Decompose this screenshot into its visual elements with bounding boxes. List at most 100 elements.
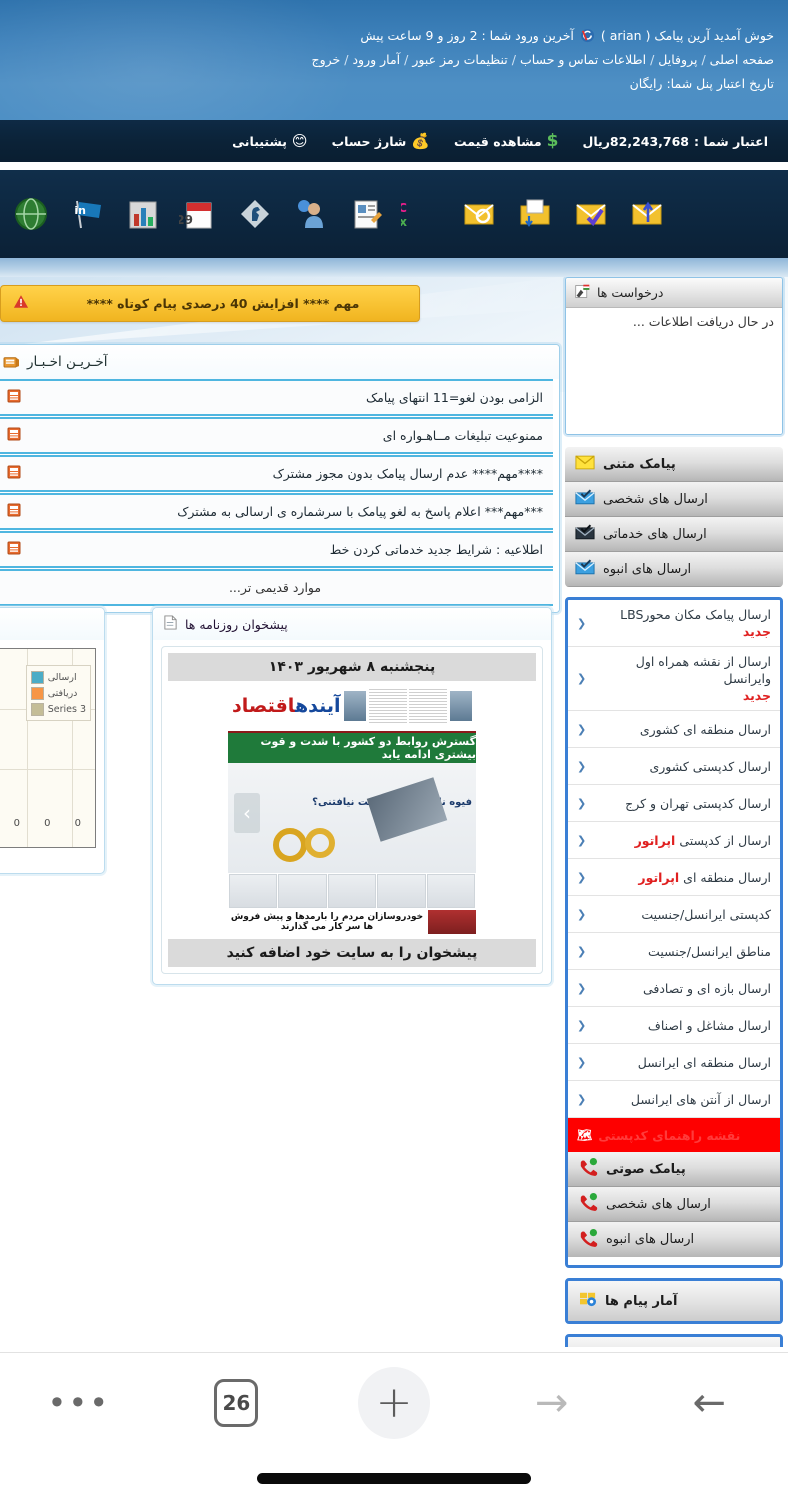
paper-column: [368, 689, 407, 723]
browser-new-tab-button[interactable]: +: [315, 1367, 473, 1439]
bulk-item-regional-operator[interactable]: ❮ ارسال منطقه ای اپراتور: [568, 859, 780, 896]
nav-login-stats[interactable]: آمار ورود: [352, 52, 400, 67]
calendar-icon[interactable]: 29: [176, 191, 222, 237]
bulk-item-postalcode-country[interactable]: ❮ ارسال کدپستی کشوری: [568, 748, 780, 785]
bulk-send-row[interactable]: ارسال های انبوه: [565, 552, 783, 587]
text-sms-label: پیامک متنی: [603, 456, 676, 472]
nav-profile[interactable]: پروفایل: [658, 52, 697, 67]
chevron-left-icon: ❮: [577, 616, 587, 630]
nav-logout[interactable]: خروج: [312, 52, 341, 67]
news-item-text: ****مهم**** عدم ارسال پیامک بدون مجوز مش…: [272, 466, 543, 481]
envelope-exchange-icon[interactable]: [512, 191, 558, 237]
news-item[interactable]: ***مهم*** اعلام پاسخ به لغو پیامک با سرش…: [0, 493, 553, 530]
bulk-item-label: ارسال منطقه ای کشوری: [639, 721, 771, 737]
back-arrow-icon: ←: [692, 1380, 726, 1426]
nav-contact-account[interactable]: اطلاعات تماس و حساب: [520, 52, 646, 67]
personal-send-row[interactable]: ارسال های شخصی: [565, 482, 783, 517]
chart-inner: ارسالی دریافتی Series 3 0 0 0: [0, 640, 104, 873]
document-edit-icon[interactable]: [344, 191, 390, 237]
support-button[interactable]: 😊 پشتیبانی: [220, 131, 319, 150]
bulk-item-label: ارسال از آنتن های ایرانسل: [630, 1091, 771, 1107]
charge-account-button[interactable]: 💰 شارژ حساب: [320, 131, 442, 150]
browser-tab-switcher[interactable]: 26: [158, 1379, 316, 1427]
browser-forward-button[interactable]: →: [473, 1383, 631, 1423]
news-item[interactable]: اطلاعیه : شرایط جدید خدماتی کردن خط: [0, 531, 553, 568]
bulk-item-map-mci-irancell[interactable]: ❮ ارسال از نقشه همراه اول وایرانسل جدید: [568, 647, 780, 711]
operator-badge: اپراتور: [634, 832, 676, 848]
bulk-item-irancell-antennas[interactable]: ❮ ارسال از آنتن های ایرانسل: [568, 1081, 780, 1118]
message-stats-icon: [578, 1291, 598, 1311]
service-send-row[interactable]: ارسال های خدماتی: [565, 517, 783, 552]
chevron-left-icon: ❮: [577, 907, 587, 921]
dark-envelope-check-icon: [574, 524, 596, 544]
bulk-item-lbs-label: ارسال پیامک مکان محورLBS جدید: [620, 607, 771, 639]
money-bag-icon: 💰: [411, 131, 430, 150]
news-item[interactable]: ممنوعیت تبلیغات مــاهـواره ای: [0, 417, 553, 454]
paper-thumbnail: [426, 874, 475, 908]
bulk-item-jobs-guilds[interactable]: ❮ ارسال مشاغل و اصناف: [568, 1007, 780, 1044]
chart-plot-area: ارسالی دریافتی Series 3 0 0 0: [0, 648, 96, 848]
map-icon: 🗺: [577, 1128, 593, 1142]
chevron-left-icon: ❮: [577, 944, 587, 958]
blue-envelope-check-icon: [574, 559, 596, 579]
page-body: درخواست ها در حال دریافت اطلاعات ... پیا…: [0, 277, 788, 1347]
legend-label: Series 3: [47, 703, 86, 715]
voice-bulk-row[interactable]: ارسال های انبوه: [568, 1222, 780, 1257]
bulk-item-lbs[interactable]: ❮ ارسال پیامک مکان محورLBS جدید: [568, 600, 780, 647]
smiley-face-icon: 😊: [291, 131, 308, 150]
envelope-search-icon[interactable]: [456, 191, 502, 237]
news-item[interactable]: الزامی بودن لغو=11 انتهای پیامک: [0, 379, 553, 416]
message-stats-item[interactable]: آمار پیام ها: [568, 1281, 780, 1321]
charge-stats-item[interactable]: آمار شارژ: [568, 1337, 780, 1347]
send-chart-widget: نمودار های ارسالی ارسالی: [0, 607, 105, 874]
bulk-item-irancell-postal-gender[interactable]: ❮ کدپستی ایرانسل/جنسیت: [568, 896, 780, 933]
paper-cta[interactable]: پیشخوان را به سایت خود اضافه کنید: [168, 939, 536, 967]
legend-entry: ارسالی: [30, 669, 86, 685]
bulk-item-irancell-regional[interactable]: ❮ ارسال منطقه ای ایرانسل: [568, 1044, 780, 1081]
latest-news-title: آخـریـن اخـبـار: [27, 354, 108, 370]
last-login-text: آخرین ورود شما : 2 روز و 9 ساعت پیش: [360, 28, 574, 43]
incbox-icon[interactable]: INCBox: [400, 191, 446, 237]
chevron-left-icon: ❮: [577, 833, 587, 847]
bar-chart-icon[interactable]: [120, 191, 166, 237]
app-screen: خوش آمدید آرین پیامک ( arian ) آخرین ورو…: [0, 0, 788, 1500]
voice-sms-header[interactable]: پیامک صوتی: [568, 1152, 780, 1187]
browser-back-button[interactable]: ←: [630, 1383, 788, 1423]
chess-knight-icon[interactable]: [232, 191, 278, 237]
envelope-check-icon[interactable]: [568, 191, 614, 237]
bulk-item-regional-country[interactable]: ❮ ارسال منطقه ای کشوری: [568, 711, 780, 748]
red-phone-icon: [577, 1158, 599, 1180]
user-chat-icon[interactable]: [288, 191, 334, 237]
icon-nav-strip: in 29 INCBox: [0, 170, 788, 258]
flag-linkedin-icon[interactable]: in: [64, 191, 110, 237]
yellow-envelope-icon: [574, 455, 596, 474]
news-older-link[interactable]: موارد قدیمی تر...: [0, 569, 553, 606]
refresh-icon[interactable]: [580, 28, 595, 43]
important-alert-banner[interactable]: مهم **** افزایش 40 درصدی پیام کوتاه ****: [0, 285, 420, 322]
price-view-button[interactable]: $ مشاهده قیمت: [442, 132, 571, 150]
bulk-item-irancell-regions-gender[interactable]: ❮ مناطق ایرانسل/جنسیت: [568, 933, 780, 970]
postal-code-map-banner[interactable]: 🗺 نقشه راهنمای کدپستی: [568, 1118, 780, 1152]
paper-main-photo: فیوه نلخ وام های دست نیافتنی؟: [228, 763, 476, 873]
paper-ring-graphic: [272, 828, 307, 862]
nav-sep: /: [701, 52, 706, 67]
envelope-upload-icon[interactable]: [624, 191, 670, 237]
globe-icon[interactable]: [8, 191, 54, 237]
text-sms-header[interactable]: پیامک متنی: [565, 447, 783, 482]
latest-news-card: آخـریـن اخـبـار الزامی بودن لغو=11 انتها…: [0, 344, 560, 613]
nav-password-settings[interactable]: تنظیمات رمز عبور: [412, 52, 507, 67]
blue-envelope-check-icon: [574, 489, 596, 509]
paper-green-headline: گسترش روابط دو کشور با شدت و قوت بیشتری …: [228, 733, 476, 763]
browser-menu-button[interactable]: •••: [0, 1387, 158, 1419]
paper-ring-graphic: [304, 827, 335, 858]
bulk-item-postalcode-operator[interactable]: ❮ ارسال از کدپستی اپراتور: [568, 822, 780, 859]
icon-nav-strip-wrapper: in 29 INCBox: [0, 162, 788, 277]
nav-home[interactable]: صفحه اصلی: [710, 52, 774, 67]
bulk-item-label: ارسال کدپستی کشوری: [649, 758, 771, 774]
voice-personal-row[interactable]: ارسال های شخصی: [568, 1187, 780, 1222]
bulk-item-range-random[interactable]: ❮ ارسال بازه ای و تصادفی: [568, 970, 780, 1007]
newspaper-front-page[interactable]: آیندهاقتصاد گسترش روابط دو کشور با شدت و…: [228, 681, 476, 935]
news-item[interactable]: ****مهم**** عدم ارسال پیامک بدون مجوز مش…: [0, 455, 553, 492]
bulk-item-postalcode-tehran-karaj[interactable]: ❮ ارسال کدپستی تهران و کرج: [568, 785, 780, 822]
chevron-right-icon[interactable]: ›: [234, 792, 260, 833]
